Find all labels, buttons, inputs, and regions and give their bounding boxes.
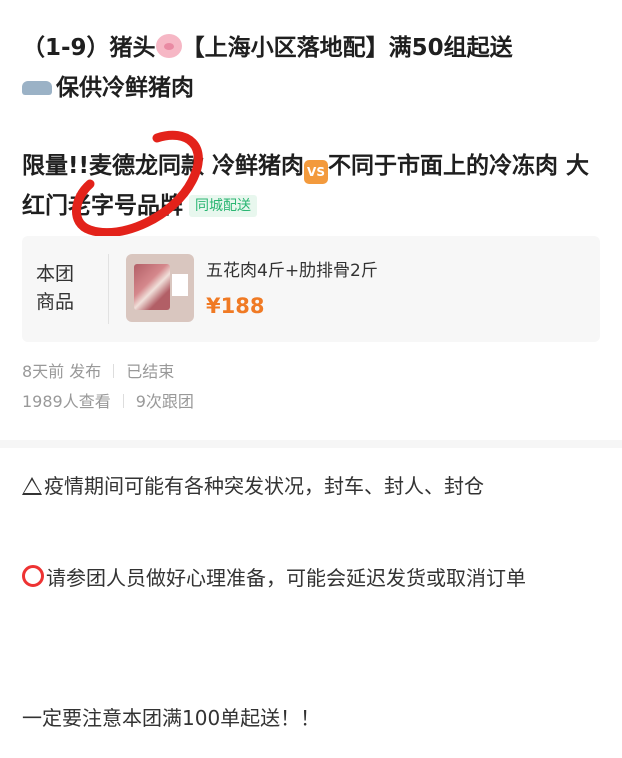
red-circle-icon (22, 565, 44, 587)
car-icon (22, 81, 52, 95)
product-card[interactable]: 本团商品 五花肉4斤+肋排骨2斤 ¥188 (22, 236, 600, 342)
title-mid: 【上海小区落地配】满50组起送 (181, 35, 513, 61)
post-title: （1-9）猪头 【上海小区落地配】满50组起送 保供冷鲜猪肉 (22, 28, 606, 108)
meta-separator (122, 394, 124, 408)
group-status: 已结束 (126, 362, 175, 381)
product-name[interactable]: 五花肉4斤+肋排骨2斤 (206, 256, 378, 281)
title-prefix: （1-9）猪头 (22, 35, 156, 61)
join-count: 9次跟团 (135, 392, 194, 411)
package-label (172, 274, 188, 296)
note-1-text: 疫情期间可能有各种突发状况，封车、封人、封仓 (44, 474, 484, 498)
note-3-text: 一定要注意本团满100单起送！！ (22, 706, 321, 730)
card-divider (108, 254, 109, 324)
note-2: 请参团人员做好心理准备，可能会延迟发货或取消订单 (22, 558, 606, 598)
note-1: 疫情期间可能有各种突发状况，封车、封人、封仓 (22, 466, 606, 506)
product-section-label: 本团商品 (36, 263, 75, 313)
meta-row-2: 1989人查看 9次跟团 (22, 388, 194, 416)
note-3: 一定要注意本团满100单起送！！ (22, 698, 606, 738)
meta-row-1: 8天前 发布 已结束 (22, 358, 174, 386)
meat-image (134, 264, 170, 310)
section-divider (0, 440, 622, 448)
pig-icon (155, 34, 182, 58)
view-count: 1989人查看 (22, 392, 111, 411)
warning-icon (22, 477, 42, 495)
note-2-text: 请参团人员做好心理准备，可能会延迟发货或取消订单 (46, 566, 526, 590)
vs-icon: VS (304, 160, 328, 184)
headline-part1: 限量!!麦德龙同款 冷鲜猪肉 (22, 153, 304, 179)
product-price: ¥188 (206, 294, 265, 318)
post-headline: 限量!!麦德龙同款 冷鲜猪肉 VS 不同于市面上的冷冻肉 大红门老字号品牌 同城配送 (22, 146, 606, 226)
product-thumbnail[interactable] (126, 254, 194, 322)
meta-separator (113, 364, 115, 378)
delivery-tag: 同城配送 (189, 195, 257, 217)
posted-time: 8天前 发布 (22, 362, 102, 381)
title-line2: 保供冷鲜猪肉 (56, 75, 194, 101)
